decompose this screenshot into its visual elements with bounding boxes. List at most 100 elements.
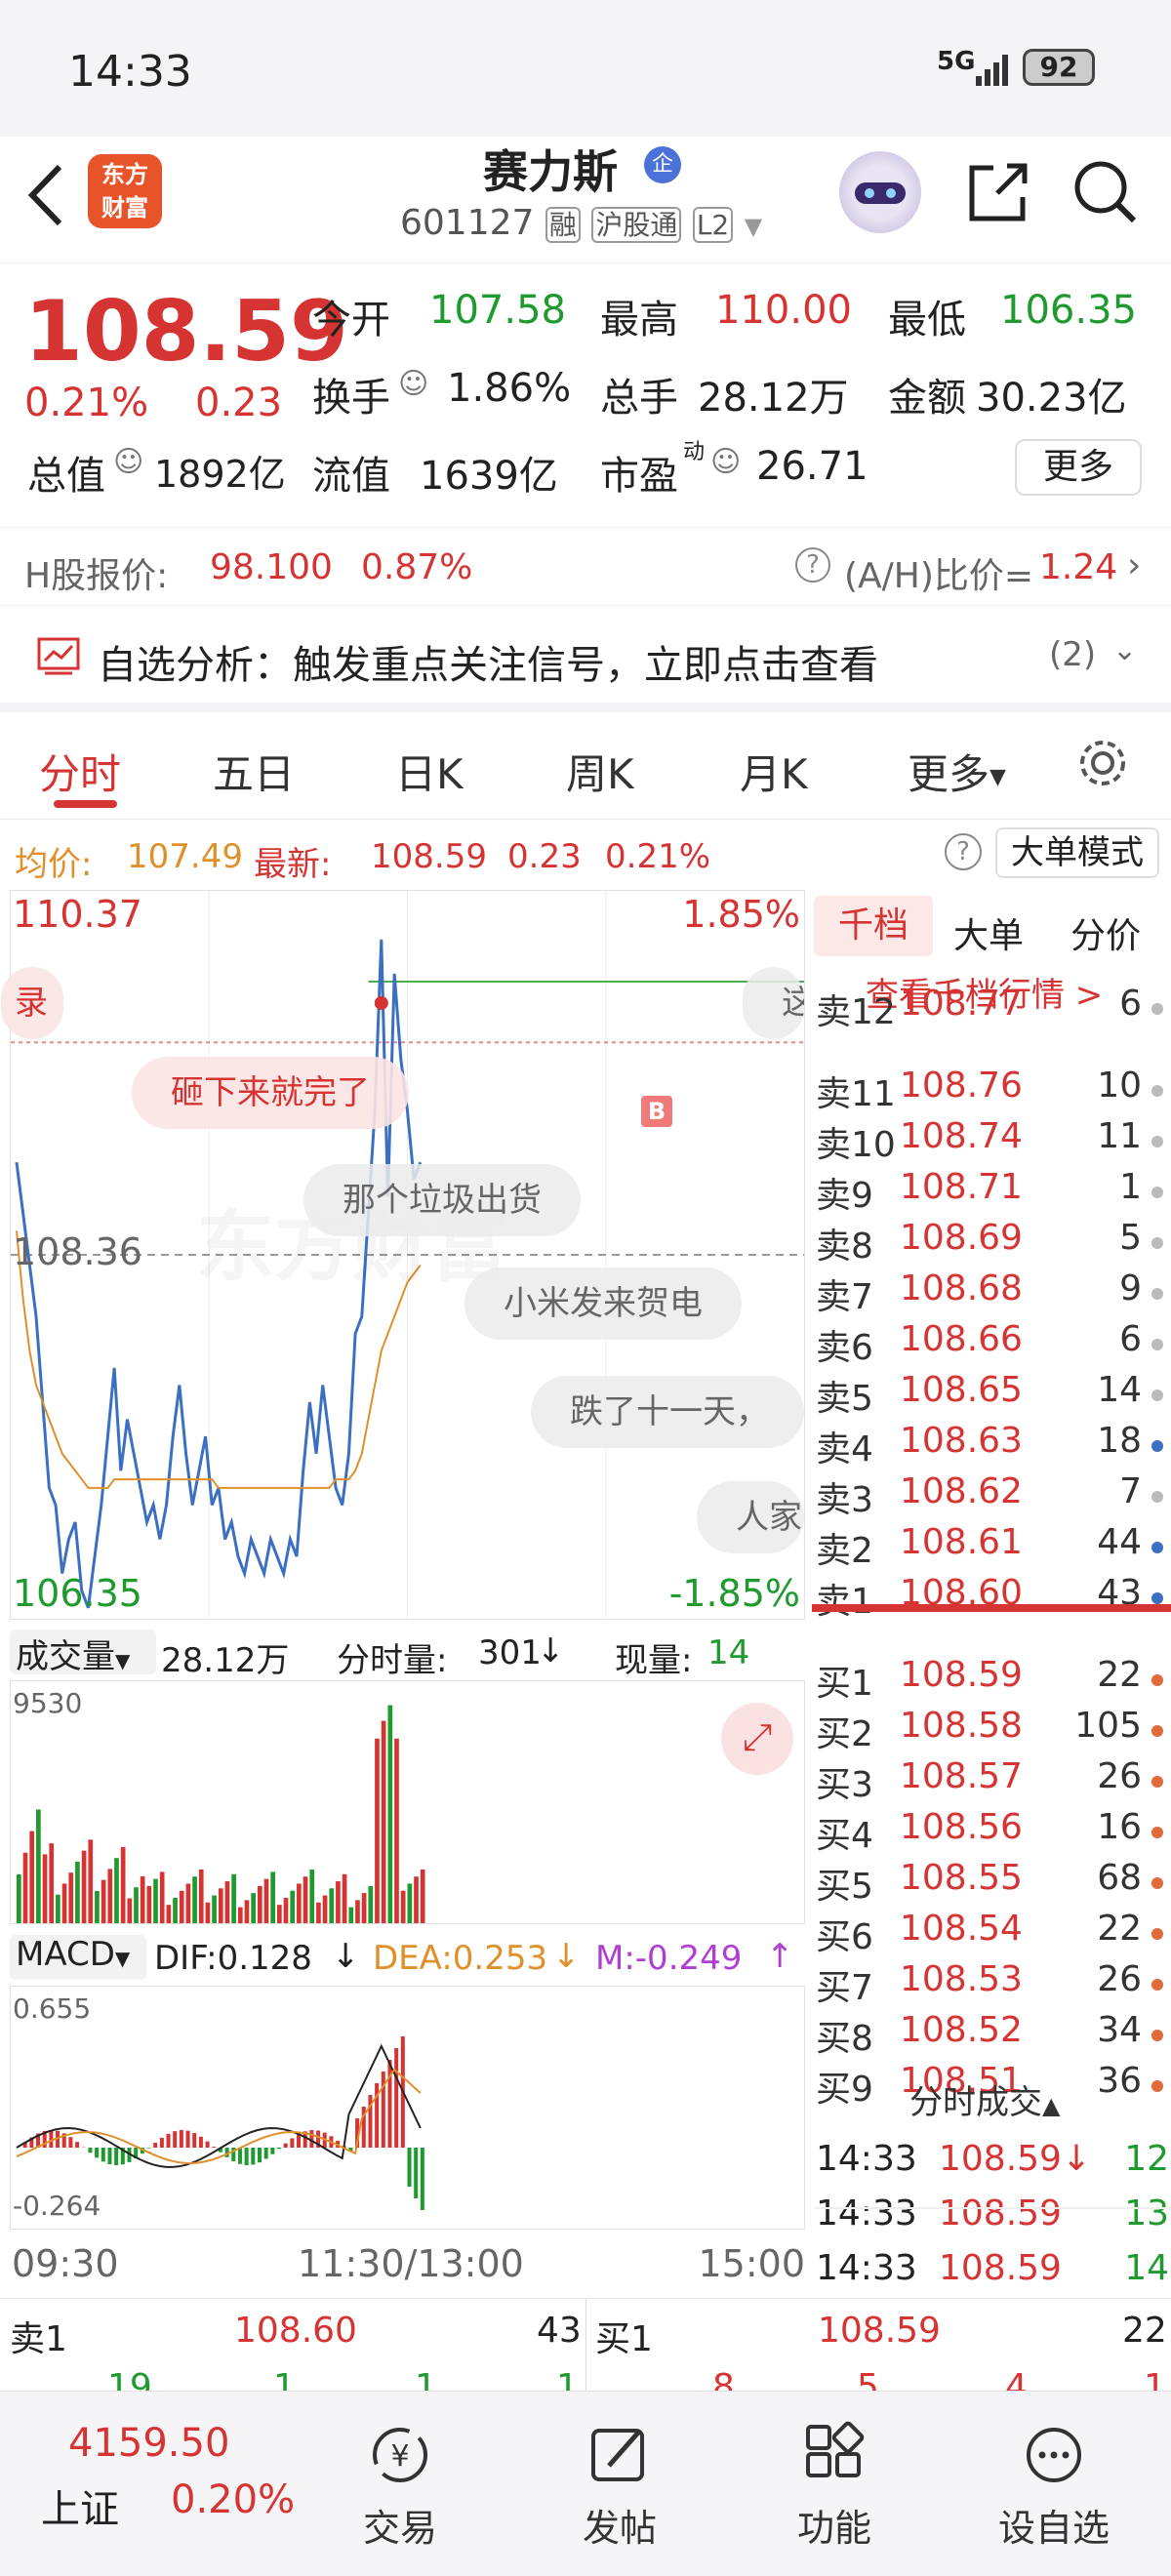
ask-row[interactable]: 卖3 108.62 7	[812, 1471, 1171, 1522]
chevron-down-icon[interactable]: ⌄	[1112, 633, 1137, 667]
volume-bar	[95, 1890, 100, 1923]
bid-row[interactable]: 买6 108.54 22	[812, 1909, 1171, 1959]
book-level-label: 买1	[816, 1664, 873, 1704]
volume-bar	[218, 1888, 223, 1923]
tab-intraday[interactable]: 分时	[39, 742, 121, 801]
trade-time: 14:33	[816, 2139, 917, 2179]
macd-histogram-bar	[49, 2130, 54, 2148]
ask-row[interactable]: 卖1 108.60 43	[812, 1573, 1171, 1624]
danmu-comment[interactable]: 这	[743, 967, 804, 1039]
bid-row[interactable]: 买8 108.52 34	[812, 2010, 1171, 2061]
trades-title[interactable]: 分时成交▲	[909, 2075, 1060, 2123]
network-label: 5G	[937, 47, 976, 76]
bid-row[interactable]: 买3 108.57 26	[812, 1756, 1171, 1807]
nav-post[interactable]: 发帖	[551, 2421, 688, 2552]
volume-indicator-select[interactable]: 成交量▼	[10, 1630, 156, 1676]
book-level-label: 买5	[816, 1867, 873, 1907]
volume-plot	[17, 1705, 425, 1923]
order-dot-icon	[1151, 1389, 1163, 1401]
trade-qty: 13	[1124, 2194, 1169, 2234]
pe-value: 26.71	[756, 444, 868, 489]
book-qty: 14	[1097, 1370, 1142, 1410]
nav-functions[interactable]: 功能	[766, 2421, 903, 2552]
ask-row[interactable]: 卖7 108.68 9	[812, 1268, 1171, 1319]
bid-row[interactable]: 买1 108.59 22	[812, 1655, 1171, 1706]
danmu-comment[interactable]: 跌了十一天，	[531, 1376, 804, 1448]
dropdown-icon: ▼	[114, 1947, 131, 1970]
grid-functions-icon	[806, 2421, 865, 2477]
macd-indicator-select[interactable]: MACD▼	[10, 1935, 146, 1980]
bid-row[interactable]: 买5 108.55 68	[812, 1858, 1171, 1909]
danmu-comment[interactable]: 那个垃圾出货	[303, 1164, 581, 1236]
share-icon[interactable]	[964, 158, 1032, 226]
edit-post-icon	[591, 2429, 644, 2481]
tab-weekly-k[interactable]: 周K	[566, 742, 634, 801]
index-value[interactable]: 4159.50	[68, 2421, 229, 2466]
back-icon[interactable]	[24, 161, 67, 229]
book-level-label: 卖12	[816, 992, 896, 1032]
ask-row[interactable]: 卖2 108.61 44	[812, 1522, 1171, 1573]
big-order-mode-button[interactable]: 大单模式	[995, 827, 1159, 878]
book-qty: 6	[1119, 1319, 1142, 1359]
macd-header: MACD▼ DIF:0.128 ↓ DEA:0.253 ↓ M:-0.249 ↑	[10, 1927, 805, 1986]
danmu-comment[interactable]: 砸下来就完了	[132, 1057, 409, 1129]
index-pct[interactable]: 0.20%	[171, 2477, 295, 2522]
more-button[interactable]: 更多	[1015, 439, 1142, 496]
macd-chart[interactable]: 0.655 -0.264	[10, 1986, 805, 2230]
bid-row[interactable]: 买4 108.56 16	[812, 1807, 1171, 1858]
book-level-label: 买7	[816, 1968, 873, 2008]
ask-row[interactable]: 卖12 108.77 6	[812, 984, 1171, 1034]
volume-chart[interactable]: 9530 ⤢	[10, 1680, 805, 1924]
intraday-chart[interactable]: 东方财富 110.37 1.85% 108.36 106.35 -1.85% B…	[1, 890, 805, 1620]
bid-row[interactable]: 买7 108.53 26	[812, 1959, 1171, 2010]
settings-gear-icon[interactable]	[1073, 734, 1132, 792]
help-icon[interactable]: ?	[945, 833, 982, 870]
nav-trade[interactable]: ¥ 交易	[332, 2421, 468, 2552]
info-icon[interactable]: ☺	[113, 445, 143, 479]
help-icon[interactable]: ?	[795, 547, 830, 583]
logo-line-1: 东方	[101, 161, 148, 188]
info-icon[interactable]: ☺	[398, 367, 428, 401]
tab-monthly-k[interactable]: 月K	[740, 742, 808, 801]
order-dot-icon	[1151, 1827, 1163, 1838]
danmu-comment[interactable]: 录	[1, 967, 63, 1039]
book-qty: 1	[1119, 1167, 1142, 1207]
book-price: 108.65	[900, 1370, 1023, 1410]
ask-row[interactable]: 卖4 108.63 18	[812, 1421, 1171, 1471]
buy-marker: B	[641, 1096, 672, 1127]
volume-bar	[56, 1894, 61, 1923]
macd-plot	[16, 2036, 424, 2210]
search-icon[interactable]	[1071, 158, 1140, 226]
analysis-banner[interactable]: 自选分析：触发重点关注信号，立即点击查看 (2) ⌄	[0, 605, 1171, 712]
book-price: 108.53	[900, 1959, 1023, 1999]
macd-dif: DIF:0.128	[154, 1939, 312, 1978]
ask-row[interactable]: 卖6 108.66 6	[812, 1319, 1171, 1370]
h-share-row[interactable]: H股报价: 98.100 0.87% ? (A/H)比价= 1.24 ›	[0, 527, 1171, 605]
sell1-qty: 43	[537, 2311, 582, 2351]
ask-row[interactable]: 卖10 108.74 11	[812, 1116, 1171, 1167]
dropdown-icon[interactable]: ▼	[745, 213, 762, 240]
bid-row[interactable]: 买2 108.58 105	[812, 1706, 1171, 1756]
robot-avatar[interactable]	[839, 151, 921, 233]
index-name[interactable]: 上证	[41, 2477, 119, 2534]
book-price: 108.76	[900, 1066, 1023, 1106]
tab-more[interactable]: 更多▼	[908, 742, 1006, 801]
tab-five-day[interactable]: 五日	[213, 742, 295, 801]
ask-row[interactable]: 卖8 108.69 5	[812, 1218, 1171, 1268]
ask-row[interactable]: 卖9 108.71 1	[812, 1167, 1171, 1218]
volume-total: 28.12万	[161, 1641, 290, 1680]
ask-row[interactable]: 卖11 108.76 10	[812, 1066, 1171, 1116]
tab-daily-k[interactable]: 日K	[395, 742, 464, 801]
danmu-comment[interactable]: 小米发来贺电	[464, 1268, 742, 1340]
book-level-label: 卖2	[816, 1531, 873, 1571]
expand-icon[interactable]: ⤢	[721, 1703, 793, 1775]
mid-price-label: 108.36	[13, 1230, 142, 1273]
volume-bar	[49, 1843, 55, 1923]
volume-label: 总手	[600, 376, 678, 421]
info-icon[interactable]: ☺	[710, 445, 741, 479]
volume-bar	[375, 1738, 380, 1923]
danmu-comment[interactable]: 人家	[697, 1481, 804, 1553]
nav-add-watchlist[interactable]: 设自选	[986, 2421, 1122, 2552]
chevron-right-icon: ›	[1127, 545, 1142, 585]
ask-row[interactable]: 卖5 108.65 14	[812, 1370, 1171, 1421]
